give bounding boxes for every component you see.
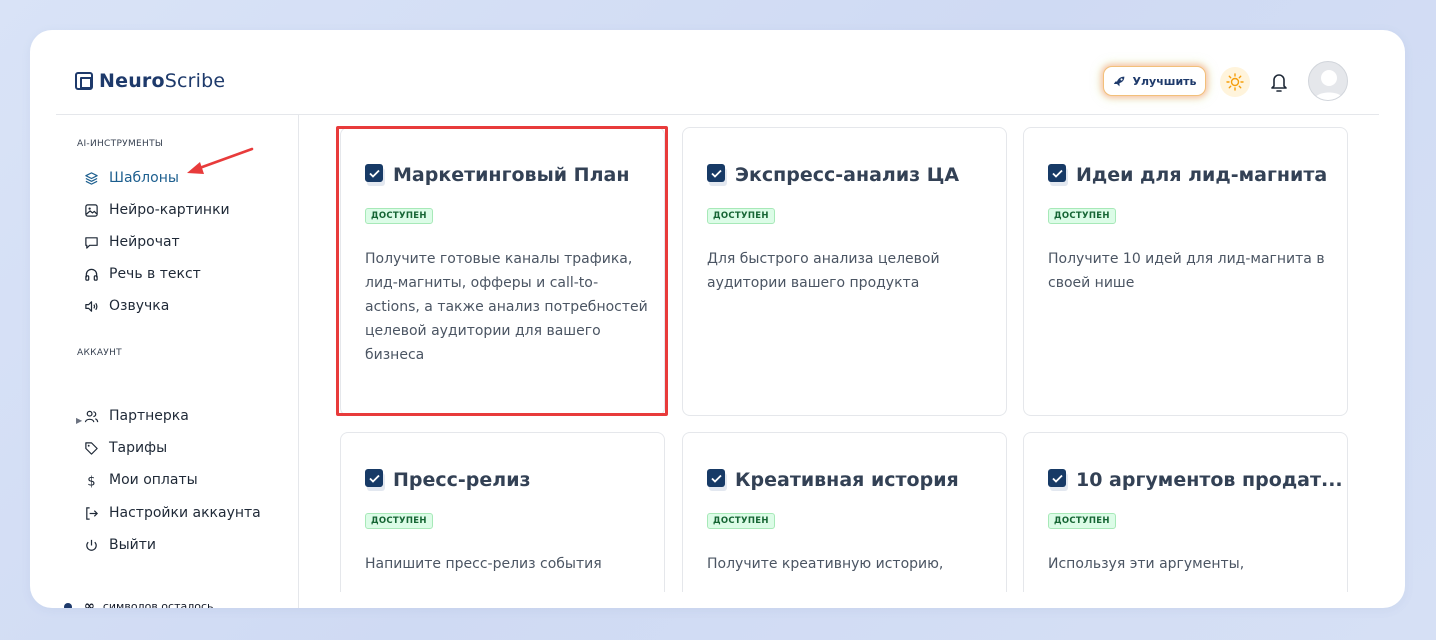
- rocket-icon: [1113, 76, 1124, 86]
- status-badge: ДОСТУПЕН: [707, 513, 775, 529]
- tag-icon: [85, 441, 98, 455]
- template-card-audience-analysis[interactable]: Экспресс-анализ ЦА ДОСТУПЕН Для быстрого…: [682, 127, 1007, 416]
- card-title: Креативная история: [707, 469, 959, 491]
- sidebar-item-payments[interactable]: $ Мои оплаты: [84, 469, 198, 491]
- expand-caret-icon[interactable]: ▶: [76, 416, 82, 425]
- template-card-lead-magnet-ideas[interactable]: Идеи для лид-магнита ДОСТУПЕН Получите 1…: [1023, 127, 1348, 416]
- section-ai-tools-heading: AI-ИНСТРУМЕНТЫ: [77, 139, 164, 149]
- status-badge: ДОСТУПЕН: [365, 513, 433, 529]
- sidebar-item-label: Тарифы: [109, 440, 168, 456]
- status-badge: ДОСТУПЕН: [1048, 513, 1116, 529]
- card-description: Для быстрого анализа целевой аудитории в…: [707, 251, 940, 291]
- speaker-icon: [85, 300, 98, 312]
- avatar-placeholder-icon: [1314, 70, 1344, 100]
- sidebar-item-label: Настройки аккаунта: [109, 505, 261, 521]
- logo-icon: [75, 72, 93, 90]
- sidebar-item-label: Нейро-картинки: [109, 202, 230, 218]
- sidebar-item-label: Мои оплаты: [109, 472, 198, 488]
- sidebar-item-logout[interactable]: Выйти: [84, 534, 156, 556]
- symbols-value: ∞: [84, 599, 95, 608]
- status-badge: ДОСТУПЕН: [1048, 208, 1116, 224]
- sidebar-item-templates[interactable]: Шаблоны: [84, 167, 179, 189]
- users-icon: [84, 410, 99, 422]
- card-title: Экспресс-анализ ЦА: [707, 164, 959, 186]
- status-badge: ДОСТУПЕН: [365, 208, 433, 224]
- sidebar-item-speech-to-text[interactable]: Речь в текст: [84, 263, 201, 285]
- template-card-sales-arguments[interactable]: 10 аргументов продат... ДОСТУПЕН Использ…: [1023, 432, 1348, 592]
- sidebar-item-label: Озвучка: [109, 298, 170, 314]
- sidebar-item-partners[interactable]: Партнерка: [84, 405, 189, 427]
- status-dot: [64, 602, 72, 608]
- sidebar-item-label: Речь в текст: [109, 266, 201, 282]
- annotation-arrow-icon: [187, 147, 254, 174]
- card-title: Идеи для лид-магнита: [1048, 164, 1327, 186]
- sidebar: AI-ИНСТРУМЕНТЫ Шаблоны Нейро-картинки Не…: [56, 115, 299, 608]
- card-title: 10 аргументов продат...: [1048, 469, 1343, 491]
- power-icon: [86, 539, 97, 551]
- checkbox-icon: [1048, 164, 1068, 186]
- brand-name: NeuroScribe: [99, 70, 226, 92]
- template-card-press-release[interactable]: Пресс-релиз ДОСТУПЕН Напишите пресс-рели…: [340, 432, 665, 592]
- card-description: Напишите пресс-релиз события: [365, 556, 602, 572]
- layers-icon: [85, 171, 98, 185]
- sidebar-item-account-settings[interactable]: Настройки аккаунта: [84, 502, 261, 524]
- card-description: Используя эти аргументы,: [1048, 556, 1245, 572]
- sidebar-item-label: Нейрочат: [109, 234, 180, 250]
- card-description: Получите креативную историю,: [707, 556, 944, 572]
- sidebar-item-label: Партнерка: [109, 408, 189, 424]
- symbols-remaining: ∞ символов осталось: [64, 599, 214, 608]
- dollar-icon: $: [87, 474, 95, 487]
- notifications-button[interactable]: [1268, 70, 1290, 94]
- upgrade-label: Улучшить: [1132, 74, 1197, 88]
- sidebar-item-voiceover[interactable]: Озвучка: [84, 295, 169, 317]
- sidebar-item-neuro-images[interactable]: Нейро-картинки: [84, 199, 230, 221]
- template-card-creative-story[interactable]: Креативная история ДОСТУПЕН Получите кре…: [682, 432, 1007, 592]
- logo[interactable]: NeuroScribe: [75, 70, 225, 92]
- template-card-marketing-plan[interactable]: Маркетинговый План ДОСТУПЕН Получите гот…: [340, 127, 665, 416]
- svg-text:$: $: [87, 474, 95, 487]
- theme-toggle-button[interactable]: [1220, 67, 1250, 97]
- card-title: Пресс-релиз: [365, 469, 531, 491]
- checkbox-icon: [707, 469, 727, 491]
- chat-icon: [85, 236, 98, 249]
- app-window: NeuroScribe Улучшить AI-ИНСТРУМЕНТЫ Шабл…: [30, 30, 1405, 608]
- checkbox-icon: [707, 164, 727, 186]
- logout-arrow-icon: [86, 506, 98, 520]
- checkbox-icon: [1048, 469, 1068, 491]
- checkbox-icon: [365, 469, 385, 491]
- sidebar-item-neurochat[interactable]: Нейрочат: [84, 231, 180, 253]
- sidebar-item-tariffs[interactable]: Тарифы: [84, 437, 167, 459]
- user-avatar[interactable]: [1308, 61, 1348, 101]
- sun-icon: [1226, 73, 1244, 91]
- status-badge: ДОСТУПЕН: [707, 208, 775, 224]
- card-description: Получите 10 идей для лид-магнита в своей…: [1048, 251, 1325, 291]
- top-header: NeuroScribe Улучшить: [30, 30, 1405, 114]
- image-icon: [85, 203, 98, 217]
- sidebar-item-label: Шаблоны: [109, 170, 179, 186]
- card-title: Маркетинговый План: [365, 164, 629, 186]
- bell-icon: [1271, 74, 1287, 92]
- sidebar-item-label: Выйти: [109, 537, 157, 553]
- card-description: Получите готовые каналы трафика, лид-маг…: [365, 251, 648, 363]
- checkbox-icon: [365, 164, 385, 186]
- headphones-icon: [85, 268, 98, 281]
- symbols-label: символов осталось: [102, 600, 214, 608]
- upgrade-button[interactable]: Улучшить: [1103, 66, 1206, 96]
- section-account-heading: АККАУНТ: [77, 348, 122, 358]
